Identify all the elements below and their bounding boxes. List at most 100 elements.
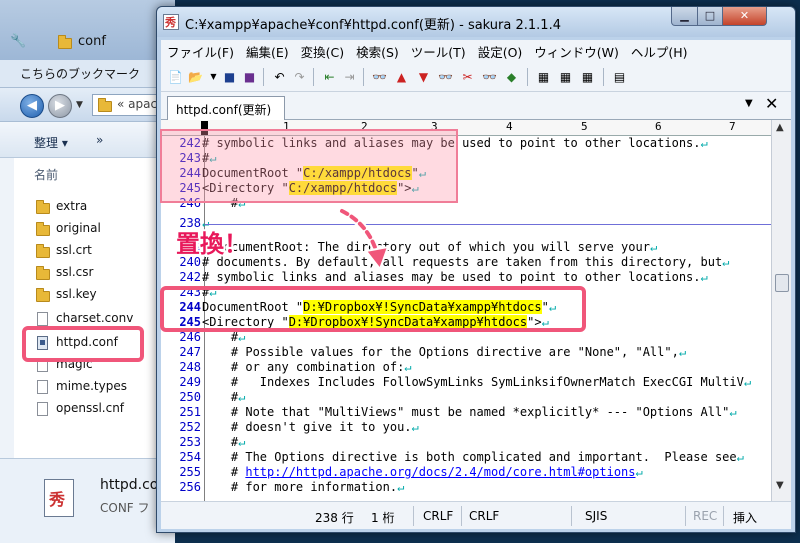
list-item[interactable]: ssl.crt [34,242,169,262]
type-settings-icon[interactable]: ▤ [611,69,628,85]
code-line[interactable]: 254 # The Options directive is both comp… [161,450,771,465]
menu-window[interactable]: ウィンドウ(W) [528,42,625,61]
text-segment: # DocumentRoot: The directory out of whi… [202,240,650,254]
scroll-up-icon[interactable]: ▲ [776,122,784,133]
scroll-thumb[interactable] [775,274,789,292]
common-settings-icon[interactable]: ▦ [579,69,596,85]
search-icon[interactable]: 👓 [371,69,388,85]
vertical-scrollbar[interactable]: ▲ ▼ [771,120,791,501]
menu-tools[interactable]: ツール(T) [405,42,472,61]
file-icon [37,380,48,394]
organize-button[interactable]: 整理 ▾ [34,134,68,151]
ruler-number: 5 [581,120,588,133]
menu-help[interactable]: ヘルプ(H) [625,42,694,61]
menu-file[interactable]: ファイル(F) [161,42,240,61]
scroll-down-icon[interactable]: ▼ [776,480,784,491]
undo-icon[interactable]: ↶ [271,69,288,85]
code-line[interactable]: 242 # symbolic links and aliases may be u… [161,270,771,285]
code-line[interactable]: 253 #↵ [161,435,771,450]
line-end-icon: ↵ [700,270,708,284]
toolbar-separator [263,68,264,86]
jump-forward-icon[interactable]: ⇥ [341,69,358,85]
code-line[interactable]: 248 # or any combination of:↵ [161,360,771,375]
before-highlight-box [160,129,458,203]
back-button[interactable]: ◀ [20,94,44,118]
status-encoding[interactable]: SJIS [585,509,607,523]
code-line[interactable]: 239 # DocumentRoot: The directory out of … [161,240,771,255]
url-link[interactable]: http://httpd.apache.org/docs/2.4/mod/cor… [245,465,635,479]
list-item[interactable]: mime.types [34,378,169,398]
line-text: # Note that "MultiViews" must be named *… [202,405,737,420]
line-number: 247 [179,345,201,359]
menu-search[interactable]: 検索(S) [350,42,405,61]
tab-close-icon[interactable]: ✕ [765,94,778,113]
save-icon[interactable]: ■ [221,69,238,85]
line-number: 256 [179,480,201,494]
column-header-name[interactable]: 名前 [34,166,58,183]
code-line[interactable]: 249 # Indexes Includes FollowSymLinks Sy… [161,375,771,390]
file-icon [37,312,48,326]
code-line[interactable]: 246 #↵ [161,330,771,345]
status-eol[interactable]: CRLF [469,509,499,523]
list-item[interactable]: openssl.cnf [34,400,169,420]
toolbar-separator [603,68,604,86]
save-all-icon[interactable]: ■ [241,69,258,85]
menu-edit[interactable]: 編集(E) [240,42,295,61]
search-next-icon[interactable]: ▼ [415,69,432,85]
line-text: # DocumentRoot: The directory out of whi… [202,240,657,255]
redo-icon[interactable]: ↷ [291,69,308,85]
forward-button[interactable]: ▶ [48,94,72,118]
status-separator [685,506,686,526]
menu-settings[interactable]: 設定(O) [472,42,529,61]
minimize-button[interactable]: ▁ [671,7,698,26]
line-end-icon: ↵ [678,345,687,359]
bookmarks-bar[interactable]: こちらのブックマーク [0,60,175,88]
menu-convert[interactable]: 変換(C) [295,42,350,61]
line-number: 253 [179,435,201,449]
line-text: # symbolic links and aliases may be used… [202,270,708,285]
window-split-icon[interactable]: ▦ [557,69,574,85]
replace-icon[interactable]: 👓 [437,69,454,85]
status-eol-input[interactable]: CRLF [423,509,453,523]
status-separator [571,506,572,526]
tab-httpd-conf[interactable]: httpd.conf(更新) [167,96,285,120]
open-dropdown-icon[interactable]: ▼ [205,69,222,85]
tab-list-dropdown-icon[interactable]: ▼ [745,98,753,109]
list-item[interactable]: ssl.csr [34,264,169,284]
ruler-number: 4 [506,120,513,133]
sakura-app-icon[interactable] [163,14,179,30]
new-file-icon[interactable]: 📄 [167,69,184,85]
line-number: 242 [179,270,201,284]
list-item[interactable]: extra [34,198,169,218]
code-line[interactable]: 252 # doesn't give it to you.↵ [161,420,771,435]
code-line[interactable]: 240 # documents. By default, all requests… [161,255,771,270]
code-line[interactable]: 247 # Possible values for the Options di… [161,345,771,360]
tag-jump-icon[interactable]: ◆ [503,69,520,85]
line-number: 251 [179,405,201,419]
code-line[interactable]: 250 #↵ [161,390,771,405]
search-prev-icon[interactable]: ▲ [393,69,410,85]
item-label: extra [56,199,88,213]
code-line[interactable]: 251 # Note that "MultiViews" must be nam… [161,405,771,420]
open-folder-icon[interactable]: 📂 [187,69,204,85]
list-item[interactable]: original [34,220,169,240]
code-line[interactable]: 256 # for more information.↵ [161,480,771,495]
text-segment: # doesn't give it to you. [202,420,412,434]
line-text: # http://httpd.apache.org/docs/2.4/mod/c… [202,465,643,480]
jump-back-icon[interactable]: ⇤ [321,69,338,85]
history-dropdown-icon[interactable]: ▼ [76,100,83,110]
grep-icon[interactable]: 👓 [481,69,498,85]
maximize-button[interactable]: □ [697,7,723,26]
close-button[interactable]: ✕ [722,7,767,26]
tools-icon[interactable]: 🔧 [10,34,26,49]
more-tools-button[interactable]: » [96,133,103,147]
outline-icon[interactable]: ▦ [535,69,552,85]
mark-clear-icon[interactable]: ✂ [459,69,476,85]
file-highlight-annotation [22,326,144,362]
code-line[interactable]: 255 # http://httpd.apache.org/docs/2.4/m… [161,465,771,480]
line-number: 254 [179,450,201,464]
status-insert-mode[interactable]: 挿入 [733,509,757,526]
tab-bar: httpd.conf(更新) ▼ ✕ [161,92,791,120]
list-item[interactable]: ssl.key [34,286,169,306]
toolbar-separator [527,68,528,86]
